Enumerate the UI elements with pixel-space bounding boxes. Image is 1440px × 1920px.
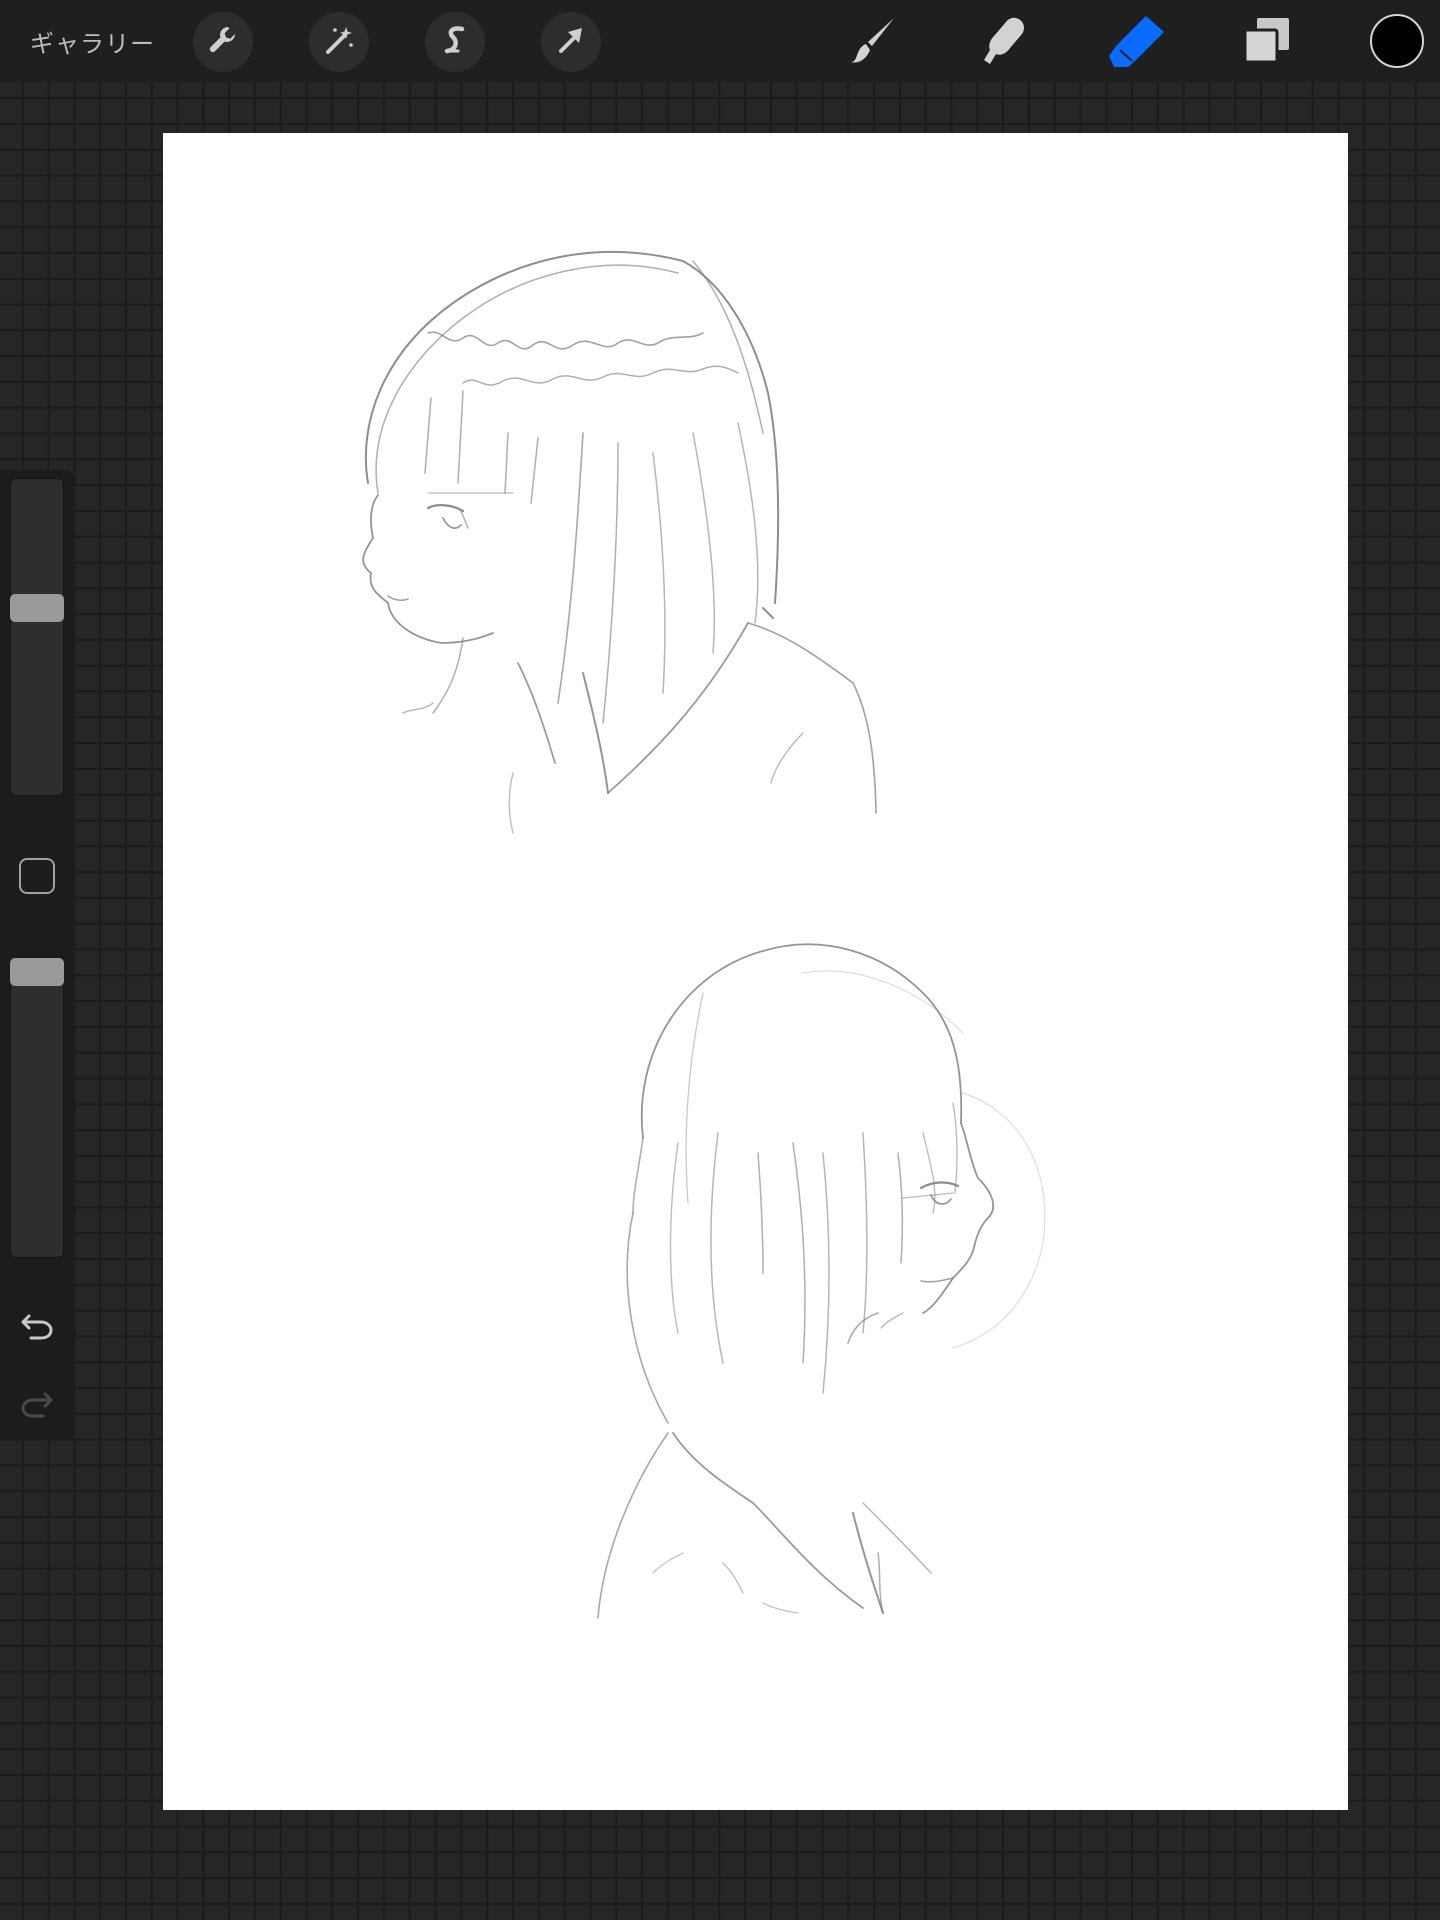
- layers-tool-button[interactable]: [1237, 12, 1297, 72]
- arrow-cursor-icon: [554, 23, 588, 61]
- actions-button[interactable]: [193, 12, 253, 72]
- magic-wand-icon: [322, 23, 356, 61]
- selection-s-icon: [438, 23, 472, 61]
- layers-icon: [1241, 14, 1293, 70]
- adjustments-button[interactable]: [309, 12, 369, 72]
- wrench-icon: [206, 23, 240, 61]
- brush-size-slider-thumb[interactable]: [10, 594, 64, 622]
- smudge-finger-icon: [976, 12, 1032, 72]
- top-toolbar: ギャラリー: [0, 0, 1440, 82]
- modify-button[interactable]: [19, 858, 55, 894]
- drawing-canvas[interactable]: [163, 133, 1348, 1810]
- color-picker-button[interactable]: [1370, 14, 1424, 68]
- selection-button[interactable]: [425, 12, 485, 72]
- brush-size-slider[interactable]: [10, 478, 64, 796]
- undo-button[interactable]: [17, 1308, 57, 1348]
- gallery-button[interactable]: ギャラリー: [30, 24, 155, 59]
- redo-button[interactable]: [17, 1386, 57, 1426]
- brush-icon: [846, 12, 902, 72]
- transform-button[interactable]: [541, 12, 601, 72]
- smudge-tool-button[interactable]: [974, 12, 1034, 72]
- undo-icon: [19, 1310, 55, 1346]
- brush-tool-button[interactable]: [844, 12, 904, 72]
- redo-icon: [19, 1388, 55, 1424]
- left-sidebar: [0, 470, 74, 1440]
- pencil-sketch: [362, 250, 1046, 1619]
- opacity-slider[interactable]: [10, 958, 64, 1258]
- opacity-slider-thumb[interactable]: [10, 958, 64, 986]
- eraser-tool-button[interactable]: [1108, 12, 1168, 72]
- eraser-icon: [1108, 12, 1168, 72]
